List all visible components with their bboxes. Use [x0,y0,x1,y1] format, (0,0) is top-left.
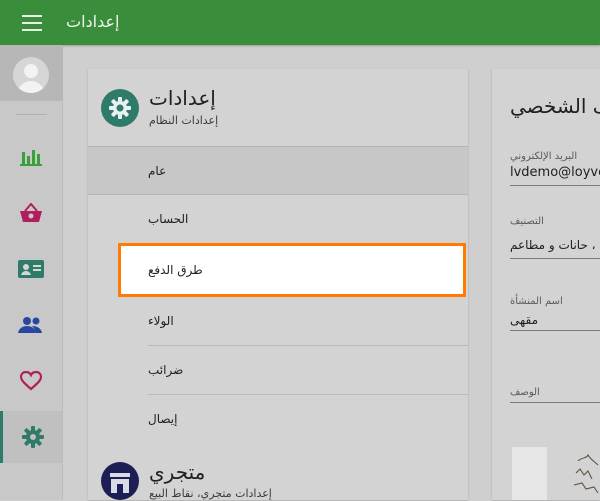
sidebar-item-employees[interactable] [0,243,62,295]
settings-section-icon [101,89,139,127]
settings-section-title: إعدادات [149,86,216,110]
sidebar [0,45,63,500]
sidebar-item-customers[interactable] [0,299,62,351]
sidebar-item-reports[interactable] [0,131,62,183]
sidebar-divider [16,114,47,115]
gear-icon [109,97,131,119]
logo-preview-image [573,453,599,494]
business-name-underline [510,330,600,331]
store-section-subtitle: إعدادات متجري، نقاط البيع [149,487,272,500]
store-section-icon [101,462,139,500]
bar-chart-icon [20,150,42,166]
menu-item-general[interactable]: عام [88,146,468,195]
logo-upload-box[interactable] [512,447,547,500]
menu-item-loyalty[interactable]: الولاء [88,297,468,346]
email-underline [510,185,600,186]
contact-card-icon [18,260,44,278]
profile-panel: ملف الشخصي البريد الإلكتروني lvdemo@loyv… [492,69,600,500]
menu-item-label: الحساب [148,212,189,226]
settings-section-subtitle: إعدادات النظام [149,114,219,127]
description-underline [510,402,600,403]
category-label: التصنيف [510,216,544,227]
sidebar-item-loyalty[interactable] [0,355,62,407]
business-name-label: اسم المنشأة [510,296,563,307]
store-icon [110,473,130,493]
sidebar-item-items[interactable] [0,187,62,239]
menu-item-receipt[interactable]: إيصال [88,395,468,444]
category-underline [510,258,600,259]
menu-item-label: عام [148,164,167,178]
user-avatar-icon [13,57,49,93]
menu-item-account[interactable]: الحساب [88,195,468,244]
basket-icon [20,203,42,222]
business-name-field[interactable]: مقهى [510,312,538,328]
email-field[interactable]: lvdemo@loyverse.com [510,165,600,181]
menu-item-taxes[interactable]: ضرائب [88,346,468,395]
users-icon [18,317,42,333]
store-section-title: متجري [149,460,206,484]
description-label: الوصف [510,387,540,398]
category-select[interactable]: مقهي ، حانات و مطاعم [510,237,600,253]
heart-icon [20,371,42,391]
menu-item-label: طرق الدفع [148,263,203,277]
top-app-bar: إعدادات [0,0,600,45]
avatar[interactable] [0,45,63,101]
menu-icon[interactable] [22,15,42,31]
profile-title: ملف الشخصي [510,94,600,118]
menu-item-payment-methods[interactable]: طرق الدفع [118,243,466,297]
email-label: البريد الإلكتروني [510,151,578,162]
menu-item-label: الولاء [148,314,174,328]
gear-icon [21,426,44,448]
page-title: إعدادات [66,12,120,31]
menu-item-label: ضرائب [148,363,184,377]
sidebar-item-settings[interactable] [0,411,62,463]
menu-item-label: إيصال [148,412,178,426]
